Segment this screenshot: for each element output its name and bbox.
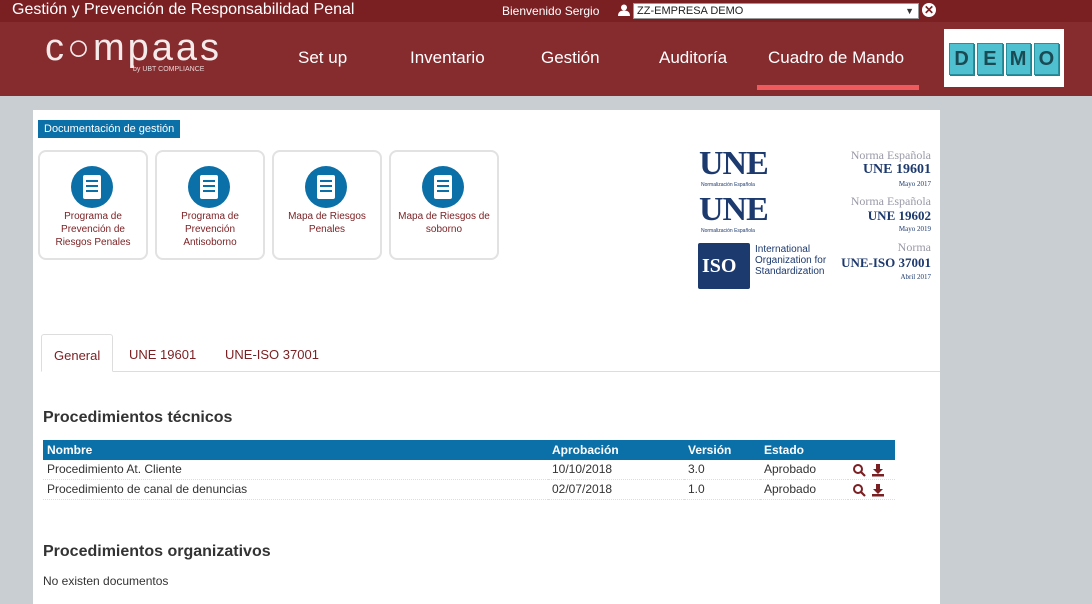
table-row: Procedimiento At. Cliente 10/10/2018 3.0…	[43, 460, 895, 480]
std1-line3: Mayo 2017	[898, 180, 931, 188]
tabs: General UNE 19601 UNE-ISO 37001	[41, 334, 940, 372]
download-icon[interactable]	[871, 463, 885, 477]
empty-message: No existen documentos	[43, 574, 169, 588]
iso-caption-line: Organization for	[755, 255, 827, 266]
demo-letter: D	[949, 43, 975, 75]
chevron-down-icon: ▼	[905, 6, 914, 16]
std2-line3: Mayo 2019	[898, 225, 931, 233]
table-header-row: Nombre Aprobación Versión Estado	[43, 440, 895, 460]
doc-tile-prevencion-penal[interactable]: Programa de Prevención de Riesgos Penale…	[38, 150, 148, 260]
logo-text: c○mpaas	[45, 27, 223, 69]
doc-tile-mapa-riesgos-soborno[interactable]: Mapa de Riesgos de soborno	[389, 150, 499, 260]
top-bar: Gestión y Prevención de Responsabilidad …	[0, 0, 1092, 22]
close-icon[interactable]: ✕	[922, 3, 936, 17]
une-logo: UNE	[699, 145, 769, 182]
search-icon[interactable]	[852, 483, 866, 497]
document-icon	[422, 166, 464, 208]
cell-version: 3.0	[684, 460, 760, 480]
col-aprobacion[interactable]: Aprobación	[548, 440, 684, 460]
tecnicos-table: Nombre Aprobación Versión Estado Procedi…	[43, 440, 895, 500]
nav-active-indicator	[757, 85, 919, 90]
doc-tile-label: Programa de Prevención Antisoborno	[181, 211, 239, 248]
demo-letter: E	[977, 43, 1003, 75]
std2-line2: UNE 19602	[867, 208, 931, 223]
iso-caption-line: Standardization	[755, 266, 825, 277]
doc-tile-antisoborno[interactable]: Programa de Prevención Antisoborno	[155, 150, 265, 260]
docs-section-label: Documentación de gestión	[38, 120, 181, 138]
cell-version: 1.0	[684, 479, 760, 500]
company-select-value: ZZ-EMPRESA DEMO	[637, 5, 744, 17]
cell-actions	[848, 479, 895, 500]
content-card: Documentación de gestión Programa de Pre…	[33, 110, 940, 604]
iso-logo: ISO	[698, 243, 750, 289]
doc-tile-label: Programa de Prevención de Riesgos Penale…	[55, 211, 131, 248]
document-icon	[188, 166, 230, 208]
tab-une-iso-37001[interactable]: UNE-ISO 37001	[213, 334, 331, 372]
une-logo-subtitle: Normalización Española	[701, 228, 755, 234]
nav-setup[interactable]: Set up	[298, 48, 347, 68]
cell-estado: Aprobado	[760, 479, 848, 500]
demo-letter: M	[1005, 43, 1031, 75]
iso-caption: International Organization for Standardi…	[755, 244, 826, 277]
std3-line3: Abril 2017	[900, 273, 931, 281]
cell-nombre: Procedimiento At. Cliente	[43, 460, 548, 480]
std3-line1: Norma	[897, 240, 931, 254]
std2-line1: Norma Española	[850, 194, 931, 208]
document-icon	[71, 166, 113, 208]
download-icon[interactable]	[871, 483, 885, 497]
doc-tile-label: Mapa de Riesgos Penales	[288, 211, 366, 235]
search-icon[interactable]	[852, 463, 866, 477]
nav-gestion[interactable]: Gestión	[541, 48, 600, 68]
une-logo: UNE	[699, 191, 769, 228]
col-estado[interactable]: Estado	[760, 440, 848, 460]
demo-letter: O	[1033, 43, 1059, 75]
std3-line2: UNE-ISO 37001	[841, 255, 931, 270]
nav-cuadro-de-mando[interactable]: Cuadro de Mando	[768, 48, 904, 68]
app-title: Gestión y Prevención de Responsabilidad …	[12, 1, 355, 18]
nav-inventario[interactable]: Inventario	[410, 48, 485, 68]
cell-nombre: Procedimiento de canal de denuncias	[43, 479, 548, 500]
std1-line1: Norma Española	[850, 148, 931, 162]
demo-badge: D E M O	[944, 29, 1064, 87]
une-logo-subtitle: Normalización Española	[701, 182, 755, 188]
std1-line2: UNE 19601	[862, 162, 931, 177]
table-row: Procedimiento de canal de denuncias 02/0…	[43, 479, 895, 500]
organizativos-title: Procedimientos organizativos	[43, 543, 271, 560]
user-icon	[618, 4, 630, 16]
col-actions	[848, 440, 895, 460]
cell-aprobacion: 10/10/2018	[548, 460, 684, 480]
iso-logo-text: ISO	[702, 255, 737, 277]
main-navbar: c○mpaas by UBT COMPLIANCE Set up Inventa…	[0, 22, 1092, 96]
document-icon	[305, 166, 347, 208]
tecnicos-title: Procedimientos técnicos	[43, 409, 233, 426]
logo[interactable]: c○mpaas by UBT COMPLIANCE	[45, 27, 223, 73]
cell-estado: Aprobado	[760, 460, 848, 480]
cell-actions	[848, 460, 895, 480]
nav-auditoria[interactable]: Auditoría	[659, 48, 727, 68]
doc-tile-label: Mapa de Riesgos de soborno	[398, 211, 490, 235]
welcome-text: Bienvenido Sergio	[502, 4, 600, 18]
col-nombre[interactable]: Nombre	[43, 440, 548, 460]
logo-subtitle: by UBT COMPLIANCE	[133, 66, 205, 73]
tab-une-19601[interactable]: UNE 19601	[117, 334, 208, 372]
iso-caption-line: International	[755, 244, 811, 255]
company-select[interactable]: ZZ-EMPRESA DEMO ▼	[633, 3, 919, 19]
col-version[interactable]: Versión	[684, 440, 760, 460]
doc-tile-mapa-riesgos-penales[interactable]: Mapa de Riesgos Penales	[272, 150, 382, 260]
tab-general[interactable]: General	[41, 334, 114, 372]
cell-aprobacion: 02/07/2018	[548, 479, 684, 500]
